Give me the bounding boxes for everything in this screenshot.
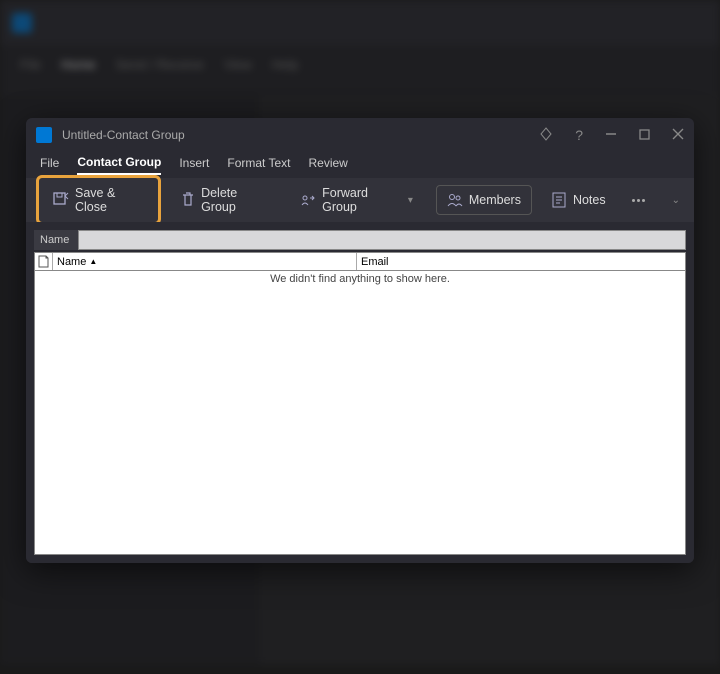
close-button[interactable] xyxy=(672,127,684,143)
group-name-input[interactable] xyxy=(78,230,686,250)
sort-ascending-icon: ▲ xyxy=(89,257,97,266)
more-commands-button[interactable] xyxy=(625,192,652,209)
titlebar: Untitled - Contact Group ? xyxy=(26,118,694,152)
members-button[interactable]: Members xyxy=(436,185,532,215)
outlook-icon xyxy=(36,127,52,143)
notes-icon xyxy=(551,192,567,208)
tab-format-text[interactable]: Format Text xyxy=(227,156,290,174)
ellipsis-icon xyxy=(632,199,645,202)
members-list: Name ▲ Email We didn't find anything to … xyxy=(34,252,686,555)
column-icon[interactable] xyxy=(35,253,53,270)
trash-icon xyxy=(180,192,195,208)
forward-group-button[interactable]: Forward Group ▾ xyxy=(289,179,428,221)
delete-group-button[interactable]: Delete Group xyxy=(169,179,281,221)
forward-group-label: Forward Group xyxy=(322,186,398,214)
save-icon xyxy=(53,192,69,208)
save-close-button[interactable]: Save & Close xyxy=(36,175,161,225)
maximize-button[interactable] xyxy=(639,127,650,143)
name-field-label: Name xyxy=(34,230,78,250)
minimize-button[interactable] xyxy=(605,127,617,143)
empty-list-message: We didn't find anything to show here. xyxy=(35,271,685,285)
column-email-header[interactable]: Email xyxy=(357,253,685,270)
forward-icon xyxy=(300,192,316,208)
delete-group-label: Delete Group xyxy=(201,186,270,214)
window-title-left: Untitled xyxy=(62,128,103,142)
ribbon-collapse-button[interactable]: ⌄ xyxy=(668,191,684,210)
column-email-label: Email xyxy=(361,256,389,268)
notes-button[interactable]: Notes xyxy=(540,185,617,215)
members-label: Members xyxy=(469,193,521,207)
tab-contact-group[interactable]: Contact Group xyxy=(77,155,161,175)
tab-insert[interactable]: Insert xyxy=(179,156,209,174)
contact-group-window: Untitled - Contact Group ? File Contact … xyxy=(26,118,694,563)
column-name-header[interactable]: Name ▲ xyxy=(53,253,357,270)
column-name-label: Name xyxy=(57,256,86,268)
tab-review[interactable]: Review xyxy=(309,156,348,174)
chevron-down-icon: ▾ xyxy=(404,191,417,210)
notes-label: Notes xyxy=(573,193,606,207)
save-close-label: Save & Close xyxy=(75,186,144,214)
tab-file[interactable]: File xyxy=(40,156,59,174)
ribbon: Save & Close Delete Group Forward Group … xyxy=(26,178,694,222)
window-title-right: Contact Group xyxy=(107,128,185,142)
help-icon[interactable]: ? xyxy=(575,127,583,143)
members-icon xyxy=(447,192,463,208)
diamond-icon[interactable] xyxy=(539,127,553,144)
